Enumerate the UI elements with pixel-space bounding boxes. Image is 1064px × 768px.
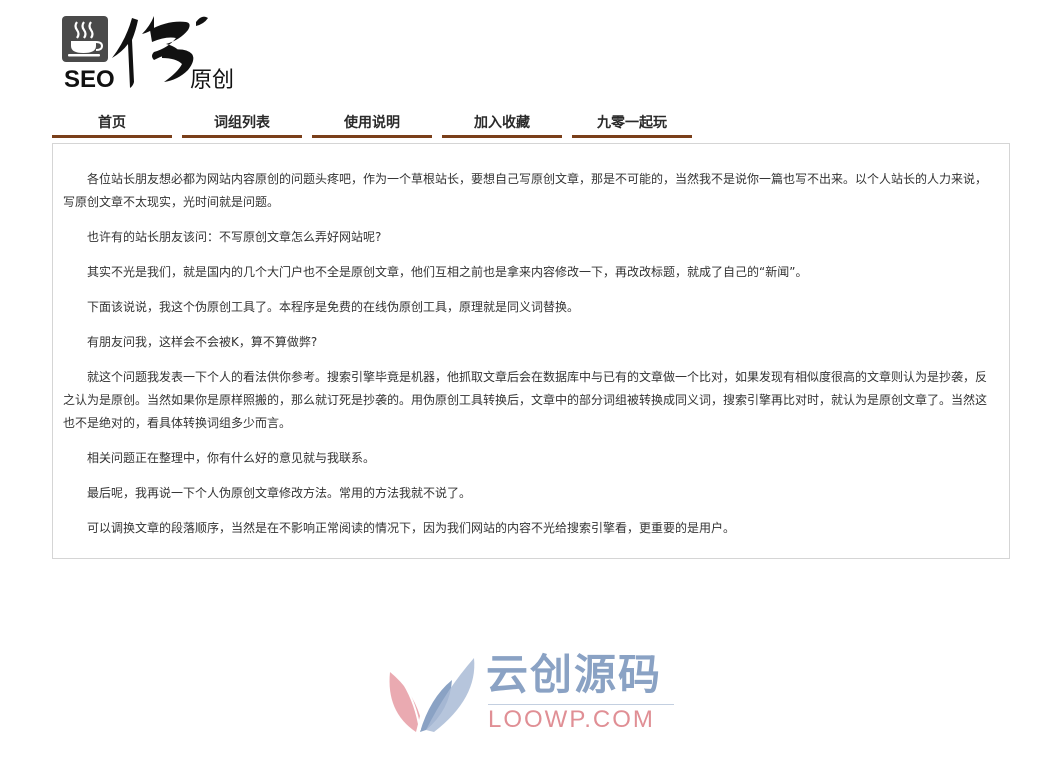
nav-item-add-favorite[interactable]: 加入收藏 [442, 112, 562, 138]
watermark-divider [488, 704, 674, 705]
nav-item-phrase-list[interactable]: 词组列表 [182, 112, 302, 138]
article-paragraph: 相关问题正在整理中，你有什么好的意见就与我联系。 [87, 451, 376, 465]
logo-brand-text: 原创 [190, 68, 235, 93]
watermark-name: 云创源码 [486, 650, 663, 699]
coffee-cup-icon [62, 16, 108, 62]
article-paragraph: 也许有的站长朋友该问：不写原创文章怎么弄好网站呢? [87, 230, 382, 244]
nav-item-home[interactable]: 首页 [52, 112, 172, 138]
article-paragraph: 就这个问题我发表一下个人的看法供你参考。搜索引擎毕竟是机器，他抓取文章后会在数据… [63, 370, 988, 430]
site-header: SEO 原创 [62, 12, 302, 102]
article-content: 各位站长朋友想必都为网站内容原创的问题头疼吧，作为一个草根站长，要想自己写原创文… [52, 143, 1010, 559]
nav-item-instructions[interactable]: 使用说明 [312, 112, 432, 138]
watermark: 云创源码 LOOWP.COM [386, 650, 686, 740]
article-paragraph: 有朋友问我，这样会不会被K，算不算做弊? [87, 335, 318, 349]
nav-item-play-together[interactable]: 九零一起玩 [572, 112, 692, 138]
logo-seo-text: SEO [64, 66, 115, 93]
article-paragraph: 下面该说说，我这个伪原创工具了。本程序是免费的在线伪原创工具，原理就是同义词替换… [87, 300, 580, 314]
article-paragraph: 最后呢，我再说一下个人伪原创文章修改方法。常用的方法我就不说了。 [87, 486, 472, 500]
article-paragraph: 可以调换文章的段落顺序，当然是在不影响正常阅读的情况下，因为我们网站的内容不光给… [87, 521, 736, 535]
article-paragraph: 其实不光是我们，就是国内的几个大门户也不全是原创文章，他们互相之前也是拿来内容修… [87, 265, 808, 279]
leaf-logo-icon [389, 658, 475, 732]
watermark-domain: LOOWP.COM [488, 706, 655, 733]
article-paragraph: 各位站长朋友想必都为网站内容原创的问题头疼吧，作为一个草根站长，要想自己写原创文… [63, 172, 988, 209]
